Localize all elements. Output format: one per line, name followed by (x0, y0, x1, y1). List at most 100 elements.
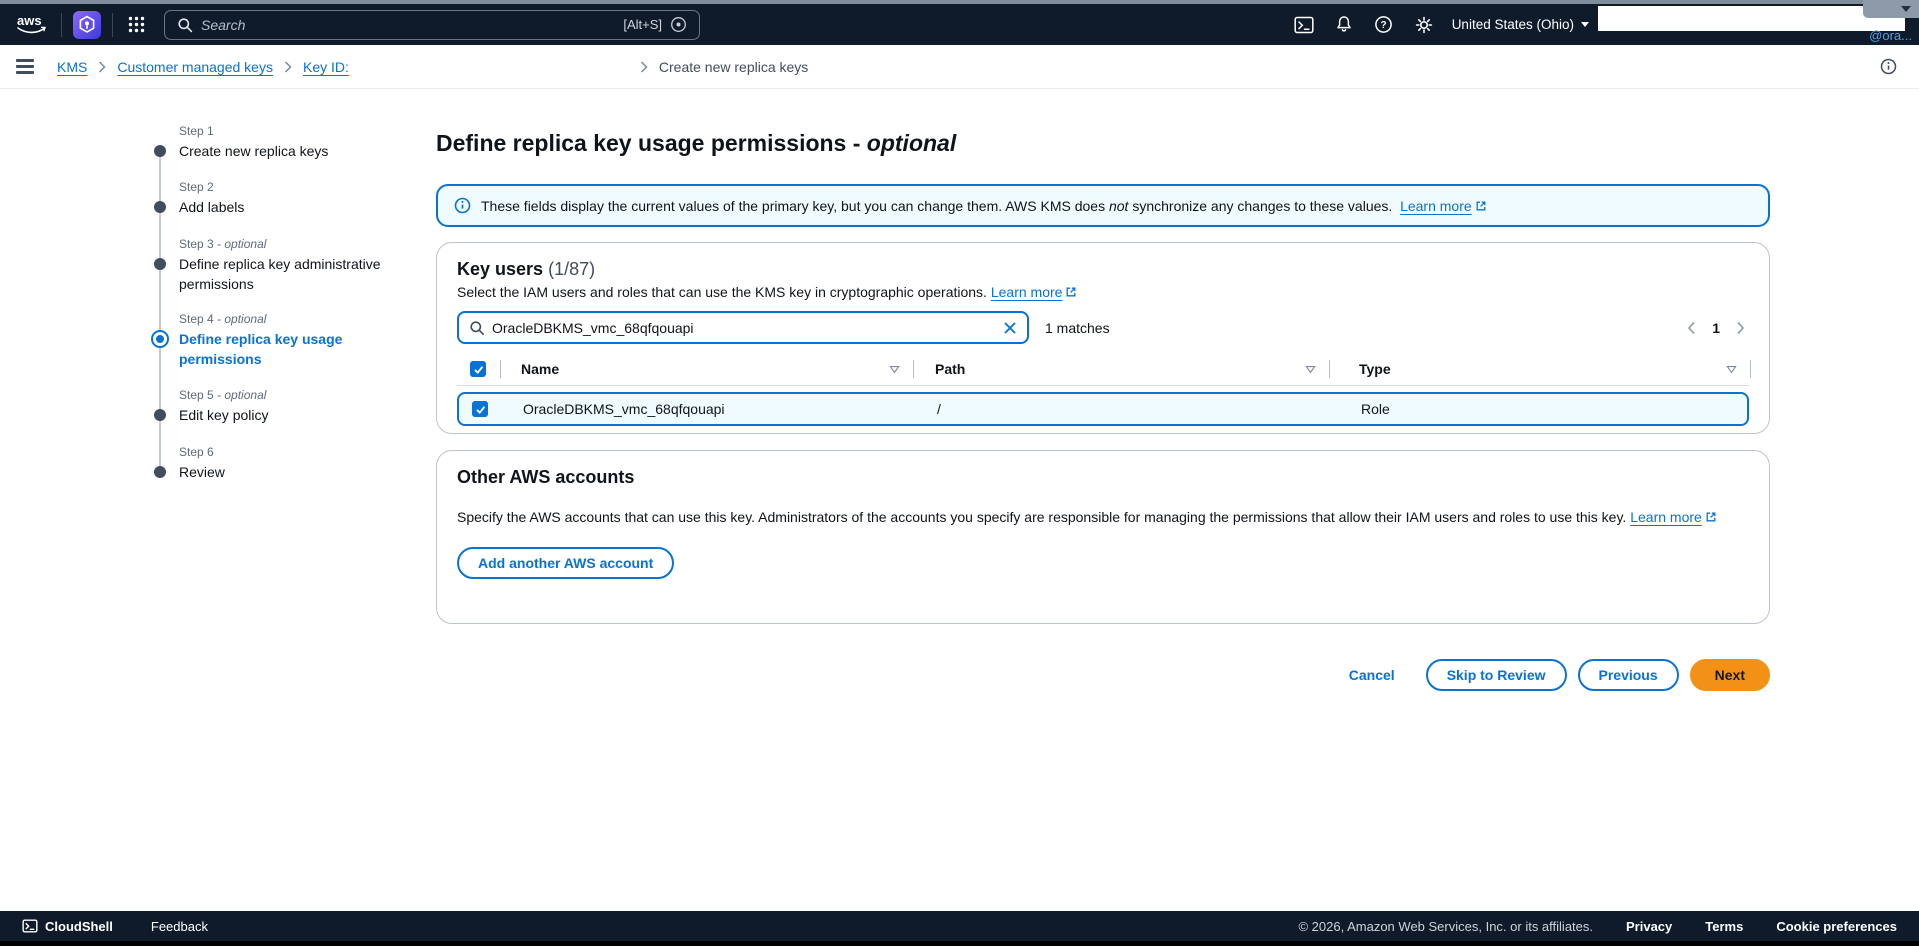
chevron-right-icon (98, 61, 106, 73)
help-icon[interactable]: ? (1364, 4, 1404, 45)
key-users-search-input[interactable] (492, 320, 1003, 336)
aws-logo[interactable]: aws (14, 12, 50, 38)
step-meta: Step 3 (179, 237, 214, 251)
side-menu-icon[interactable] (16, 59, 34, 74)
wizard-step-1: Step 1 Create new replica keys (148, 124, 398, 161)
chevron-right-icon (284, 61, 292, 73)
previous-button[interactable]: Previous (1578, 659, 1679, 691)
learn-more-link[interactable]: Learn more (991, 284, 1078, 300)
current-page[interactable]: 1 (1712, 320, 1720, 336)
nav-divider (61, 13, 62, 37)
cancel-button[interactable]: Cancel (1349, 667, 1395, 683)
step-label[interactable]: Review (179, 462, 384, 482)
external-link-icon (1475, 200, 1487, 212)
step-dot-active (151, 330, 169, 348)
account-email-truncated: @ora... (1869, 28, 1912, 43)
step-meta: Step 6 (179, 445, 214, 459)
breadcrumb-bar: KMS Customer managed keys Key ID: Create… (0, 45, 1919, 89)
pagination: 1 (1687, 320, 1745, 336)
key-users-table: Name Path Type (457, 353, 1749, 426)
other-accounts-description: Specify the AWS accounts that can use th… (457, 509, 1749, 525)
window-top-strip (0, 0, 1919, 4)
select-all-checkbox[interactable] (470, 361, 486, 377)
step-dot (154, 145, 166, 157)
step-label[interactable]: Add labels (179, 197, 384, 217)
info-icon[interactable] (1880, 58, 1897, 75)
search-shortcut-hint: [Alt+S] (623, 17, 662, 32)
next-page-icon[interactable] (1736, 321, 1745, 335)
step-label[interactable]: Define replica key usage permissions (179, 329, 384, 369)
cloudshell-terminal-icon[interactable] (1284, 4, 1324, 45)
step-label[interactable]: Create new replica keys (179, 141, 384, 161)
terms-link[interactable]: Terms (1705, 919, 1743, 934)
copyright-text: © 2026, Amazon Web Services, Inc. or its… (1298, 919, 1593, 934)
step-label[interactable]: Define replica key administrative permis… (179, 254, 384, 294)
step-meta: Step 4 (179, 312, 214, 326)
window-bottom-strip (0, 941, 1919, 946)
step-dot (154, 409, 166, 421)
breadcrumb-key-id[interactable]: Key ID: (303, 59, 349, 75)
breadcrumb-kms[interactable]: KMS (57, 59, 87, 75)
search-settings-icon (670, 16, 687, 33)
table-row-selected[interactable]: OracleDBKMS_vmc_68qfqouapi / Role (457, 392, 1749, 426)
sort-icon (1726, 365, 1737, 374)
notifications-bell-icon[interactable] (1324, 4, 1364, 45)
info-alert: These fields display the current values … (436, 184, 1770, 227)
column-header-path[interactable]: Path (914, 353, 1330, 385)
breadcrumb-current: Create new replica keys (659, 59, 808, 75)
step-meta: Step 1 (179, 124, 214, 138)
chevron-right-icon (640, 61, 648, 73)
wizard-step-4-current: Step 4 - optional Define replica key usa… (148, 312, 398, 369)
global-search-bar[interactable]: [Alt+S] (164, 10, 700, 40)
wizard-step-6: Step 6 Review (148, 445, 398, 482)
redacted-account-info (1598, 6, 1905, 31)
feedback-link[interactable]: Feedback (151, 919, 208, 934)
column-header-type[interactable]: Type (1330, 353, 1751, 385)
step-label[interactable]: Edit key policy (179, 405, 384, 425)
top-navigation-bar: aws [Alt+S] (0, 4, 1919, 45)
wizard-step-5: Step 5 - optional Edit key policy (148, 388, 398, 425)
privacy-link[interactable]: Privacy (1626, 919, 1672, 934)
kms-service-icon[interactable] (73, 11, 101, 39)
key-users-search-box[interactable] (457, 311, 1029, 344)
cell-name: OracleDBKMS_vmc_68qfqouapi (503, 401, 916, 417)
other-accounts-title: Other AWS accounts (457, 467, 1749, 488)
external-link-icon (1065, 286, 1077, 298)
breadcrumb-customer-managed-keys[interactable]: Customer managed keys (117, 59, 273, 75)
key-users-description: Select the IAM users and roles that can … (457, 284, 1749, 300)
footer-bar: CloudShell Feedback © 2026, Amazon Web S… (0, 911, 1919, 941)
column-header-name[interactable]: Name (501, 353, 914, 385)
region-label: United States (Ohio) (1452, 17, 1574, 32)
cloudshell-label: CloudShell (45, 919, 113, 934)
nav-divider (112, 13, 113, 37)
alert-text: These fields display the current values … (481, 198, 1487, 214)
services-grid-icon[interactable] (124, 4, 148, 45)
cell-path: / (916, 401, 1332, 417)
cookie-preferences-link[interactable]: Cookie preferences (1776, 919, 1897, 934)
table-header-row: Name Path Type (457, 353, 1749, 386)
cloudshell-button[interactable]: CloudShell (22, 919, 113, 934)
scrollbar-corner[interactable] (1863, 0, 1919, 18)
learn-more-link[interactable]: Learn more (1400, 198, 1487, 214)
page-title: Define replica key usage permissions - o… (436, 130, 956, 157)
region-selector[interactable]: United States (Ohio) (1452, 17, 1589, 32)
sort-icon (1305, 365, 1316, 374)
search-input[interactable] (201, 17, 623, 33)
settings-gear-icon[interactable] (1404, 4, 1444, 45)
add-another-aws-account-button[interactable]: Add another AWS account (457, 547, 674, 579)
wizard-step-3: Step 3 - optional Define replica key adm… (148, 237, 398, 294)
svg-text:?: ? (1381, 20, 1387, 31)
aws-logo-text: aws (17, 13, 42, 28)
wizard-actions: Cancel Skip to Review Previous Next (436, 659, 1770, 691)
row-checkbox[interactable] (472, 401, 488, 417)
skip-to-review-button[interactable]: Skip to Review (1426, 659, 1567, 691)
next-button[interactable]: Next (1690, 659, 1770, 691)
key-users-title: Key users (1/87) (457, 259, 1749, 280)
clear-search-icon[interactable] (1003, 321, 1017, 335)
learn-more-link[interactable]: Learn more (1630, 509, 1717, 525)
step-meta: Step 2 (179, 180, 214, 194)
sort-icon (889, 365, 900, 374)
chevron-down-icon (1581, 22, 1589, 27)
key-users-section: Key users (1/87) Select the IAM users an… (436, 242, 1770, 434)
previous-page-icon[interactable] (1687, 321, 1696, 335)
